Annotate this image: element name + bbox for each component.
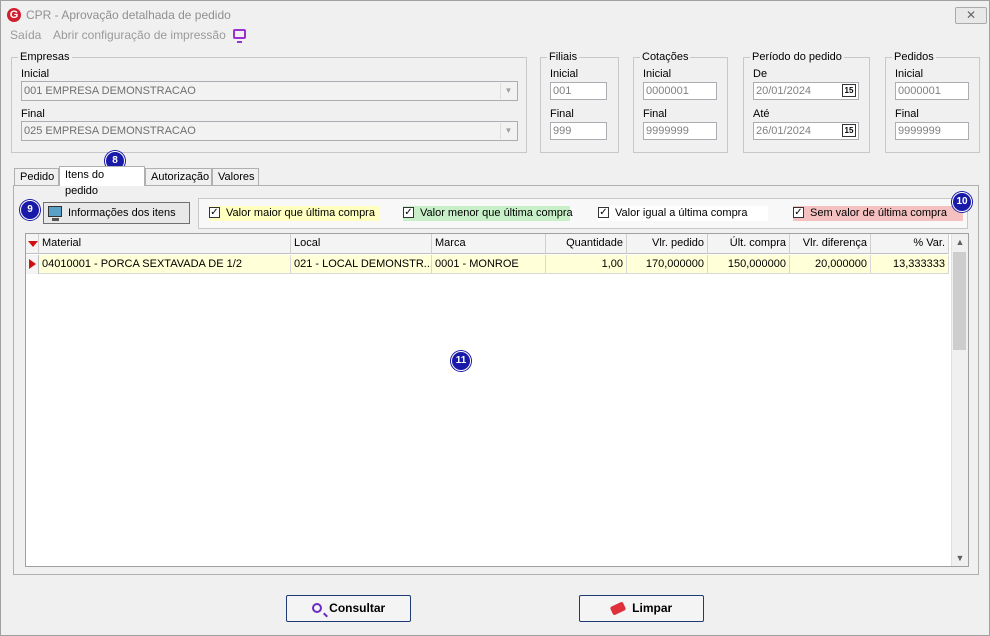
cotacao-final-input[interactable]: 9999999	[643, 122, 717, 140]
cotacao-initial-label: Inicial	[643, 68, 672, 80]
monitor-icon[interactable]	[233, 29, 246, 43]
info-items-label: Informações dos itens	[68, 207, 176, 219]
cell-marca[interactable]: 0001 - MONROE	[432, 255, 546, 274]
empresa-final-label: Final	[21, 108, 45, 120]
legend-sem-valor[interactable]: ✓ Sem valor de última compra	[793, 206, 963, 221]
calendar-icon[interactable]: 15	[842, 84, 856, 97]
empresa-initial-label: Inicial	[21, 68, 50, 80]
menu-bar: Saída Abrir configuração de impressão	[1, 27, 989, 45]
cotacao-initial-input[interactable]: 0000001	[643, 82, 717, 100]
empresa-final-select[interactable]: 025 EMPRESA DEMONSTRACAO ▼	[21, 121, 518, 141]
group-periodo-legend: Período do pedido	[752, 51, 842, 63]
tab-pedido[interactable]: Pedido	[14, 168, 59, 185]
pedido-final-label: Final	[895, 108, 919, 120]
tab-valores[interactable]: Valores	[212, 168, 259, 185]
grid-corner[interactable]	[26, 234, 39, 254]
empresa-final-value: 025 EMPRESA DEMONSTRACAO	[24, 125, 196, 137]
cell-material[interactable]: 04010001 - PORCA SEXTAVADA DE 1/2	[39, 255, 291, 274]
menu-exit[interactable]: Saída	[10, 28, 41, 42]
col-quantidade[interactable]: Quantidade	[546, 234, 627, 254]
chevron-down-icon[interactable]: ▼	[952, 550, 968, 566]
group-filiais-legend: Filiais	[549, 51, 578, 63]
col-ult-compra[interactable]: Últ. compra	[708, 234, 790, 254]
col-vlr-diferenca[interactable]: Vlr. diferença	[790, 234, 871, 254]
callout-badge-10: 10	[952, 192, 972, 212]
pedido-initial-label: Inicial	[895, 68, 924, 80]
legend-igual-label: Valor igual a última compra	[615, 207, 748, 219]
color-legend: ✓ Valor maior que última compra ✓ Valor …	[198, 198, 968, 229]
current-row-icon	[29, 259, 36, 269]
menu-print-config[interactable]: Abrir configuração de impressão	[53, 28, 226, 42]
filial-initial-label: Inicial	[550, 68, 579, 80]
empresa-initial-select[interactable]: 001 EMPRESA DEMONSTRACAO ▼	[21, 81, 518, 101]
app-logo-icon: G	[7, 8, 21, 22]
periodo-from-label: De	[753, 68, 768, 80]
search-icon	[311, 602, 322, 613]
calendar-icon[interactable]: 15	[842, 124, 856, 137]
periodo-from-value: 20/01/2024	[756, 85, 812, 97]
legend-menor-label: Valor menor que última compra	[420, 207, 573, 219]
window-title: CPR - Aprovação detalhada de pedido	[26, 8, 231, 22]
chevron-up-icon[interactable]: ▲	[952, 234, 968, 250]
tab-itens-do-pedido[interactable]: Itens do pedido	[59, 166, 145, 197]
items-grid[interactable]: Material Local Marca Quantidade Vlr. ped…	[25, 233, 969, 567]
periodo-to-value: 26/01/2024	[756, 125, 812, 137]
group-cotacoes-legend: Cotações	[642, 51, 689, 63]
legend-sem-valor-label: Sem valor de última compra	[810, 207, 947, 219]
eraser-icon	[609, 601, 627, 616]
cotacao-final-label: Final	[643, 108, 667, 120]
empresa-initial-value: 001 EMPRESA DEMONSTRACAO	[24, 85, 196, 97]
pedido-final-input[interactable]: 9999999	[895, 122, 969, 140]
close-button[interactable]: ✕	[955, 7, 987, 24]
sort-down-icon	[28, 241, 38, 247]
group-pedidos-legend: Pedidos	[894, 51, 934, 63]
cell-vlr-diferenca[interactable]: 20,000000	[790, 255, 871, 274]
checkbox-menor[interactable]: ✓	[403, 207, 414, 218]
filial-initial-input[interactable]: 001	[550, 82, 607, 100]
col-material[interactable]: Material	[39, 234, 291, 254]
checkbox-igual[interactable]: ✓	[598, 207, 609, 218]
cell-quantidade[interactable]: 1,00	[546, 255, 627, 274]
info-items-button[interactable]: Informações dos itens	[43, 202, 190, 224]
consultar-label: Consultar	[329, 601, 386, 615]
chevron-down-icon[interactable]: ▼	[500, 83, 516, 99]
col-var[interactable]: % Var.	[871, 234, 949, 254]
col-vlr-pedido[interactable]: Vlr. pedido	[627, 234, 708, 254]
cell-ult-compra[interactable]: 150,000000	[708, 255, 790, 274]
row-indicator[interactable]	[26, 255, 39, 274]
consultar-button[interactable]: Consultar	[286, 595, 411, 622]
col-marca[interactable]: Marca	[432, 234, 546, 254]
col-local[interactable]: Local	[291, 234, 432, 254]
scroll-thumb[interactable]	[953, 252, 966, 350]
legend-igual[interactable]: ✓ Valor igual a última compra	[598, 206, 768, 221]
filial-final-label: Final	[550, 108, 574, 120]
tab-autorizacao[interactable]: Autorização	[145, 168, 212, 185]
cell-var[interactable]: 13,333333	[871, 255, 949, 274]
limpar-label: Limpar	[632, 601, 673, 615]
cell-local[interactable]: 021 - LOCAL DEMONSTR...	[291, 255, 432, 274]
limpar-button[interactable]: Limpar	[579, 595, 704, 622]
group-empresas-legend: Empresas	[20, 51, 70, 63]
legend-maior-label: Valor maior que última compra	[226, 207, 375, 219]
callout-badge-11: 11	[451, 351, 471, 371]
computer-icon	[48, 206, 62, 221]
periodo-to-label: Até	[753, 108, 770, 120]
title-bar: G CPR - Aprovação detalhada de pedido ✕	[1, 1, 989, 29]
checkbox-sem-valor[interactable]: ✓	[793, 207, 804, 218]
pedido-initial-input[interactable]: 0000001	[895, 82, 969, 100]
legend-menor[interactable]: ✓ Valor menor que última compra	[403, 206, 573, 221]
filial-final-input[interactable]: 999	[550, 122, 607, 140]
grid-vertical-scrollbar[interactable]: ▲ ▼	[951, 234, 968, 566]
legend-maior[interactable]: ✓ Valor maior que última compra	[209, 206, 379, 221]
checkbox-maior[interactable]: ✓	[209, 207, 220, 218]
callout-badge-9: 9	[20, 200, 40, 220]
cell-vlr-pedido[interactable]: 170,000000	[627, 255, 708, 274]
chevron-down-icon[interactable]: ▼	[500, 123, 516, 139]
main-window: G CPR - Aprovação detalhada de pedido ✕ …	[0, 0, 990, 636]
